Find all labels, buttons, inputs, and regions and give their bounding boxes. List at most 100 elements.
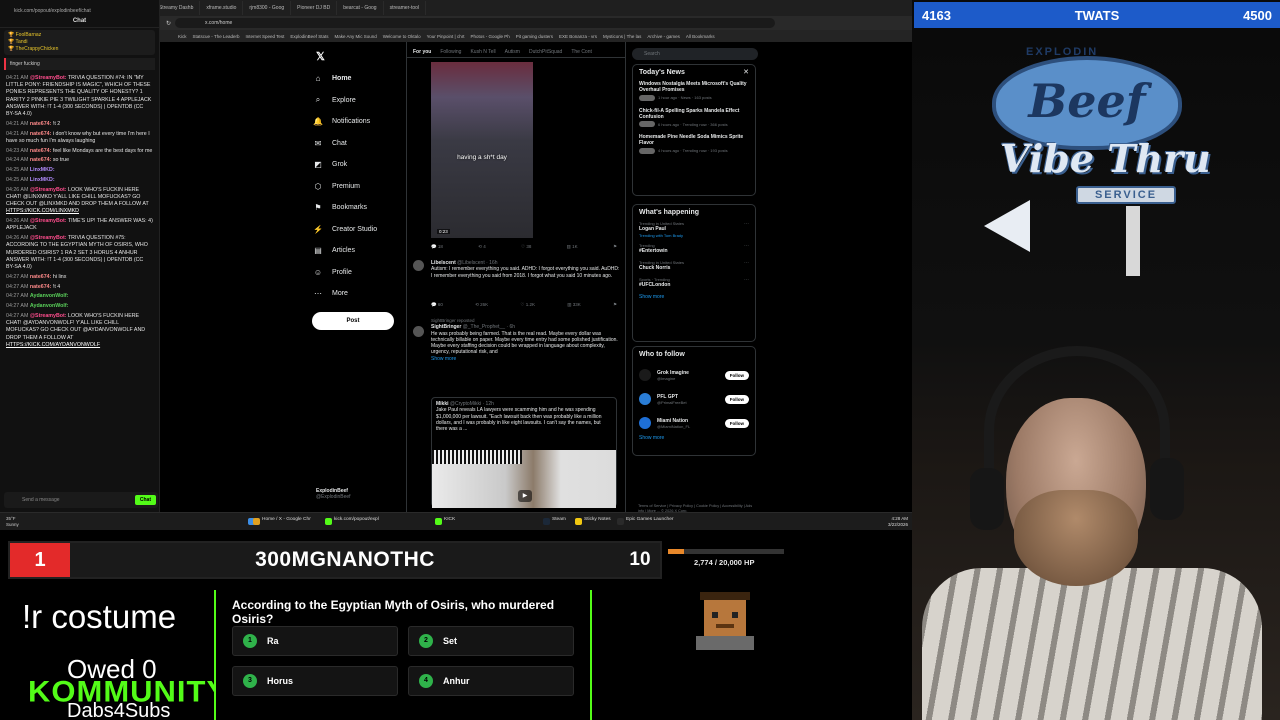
feed-tab[interactable]: The Cont: [571, 49, 592, 57]
like-action[interactable]: ♡ 38: [521, 244, 531, 250]
trend-item[interactable]: Trending in United States Logan Paul Trend…: [639, 221, 749, 238]
bookmark-item[interactable]: Your Pinpoint | chrt: [427, 34, 465, 39]
taskbar-app[interactable]: KICK: [444, 517, 455, 522]
chat-username[interactable]: @StreamyBot:: [30, 75, 67, 81]
nav-item-home[interactable]: ⌂ Home: [312, 68, 412, 90]
x-logo-icon[interactable]: 𝕏: [316, 50, 325, 63]
news-headline[interactable]: Chick-fil-A Spelling Sparks Mandela Effe…: [639, 108, 749, 121]
feed-tab[interactable]: DutchPitSquad: [529, 49, 562, 57]
reply-action[interactable]: 💬 60: [431, 302, 443, 308]
feed-tab[interactable]: Kush N Tell: [470, 49, 495, 57]
repost-action[interactable]: ⟲ 4: [478, 244, 486, 250]
chat-username[interactable]: nate674:: [30, 274, 52, 280]
bookmark-item[interactable]: Statscue - The Leaderb: [193, 34, 240, 39]
taskbar-app-icon[interactable]: [253, 518, 260, 525]
bookmark-item[interactable]: Photos - Google Ph: [470, 34, 509, 39]
views-action[interactable]: ▥ 1K: [567, 244, 578, 250]
follow-suggestion[interactable]: PFL GPT @PrimalFreeBet Follow: [639, 387, 749, 411]
bookmark-item[interactable]: Archive - games: [647, 34, 680, 39]
bookmark-icon[interactable]: ⚑: [613, 244, 617, 250]
bookmark-item[interactable]: Internet Speed Test: [245, 34, 284, 39]
bookmark-item[interactable]: Welcome to Oktalo: [383, 34, 421, 39]
bookmark-item[interactable]: All Bookmarks: [686, 34, 715, 39]
reply-action[interactable]: 💬 18: [431, 244, 443, 250]
avatar[interactable]: [639, 393, 651, 405]
nav-item-notifications[interactable]: 🔔 Notifications: [312, 111, 412, 133]
browser-tab[interactable]: streamer-tool: [384, 1, 427, 15]
chat-username[interactable]: LinxMKD:: [30, 177, 55, 183]
chat-input[interactable]: Send a message Chat: [4, 492, 158, 508]
nav-item-articles[interactable]: ▤ Articles: [312, 240, 412, 262]
chat-username[interactable]: nate674:: [30, 121, 52, 127]
bookmark-item[interactable]: Kick: [178, 34, 187, 39]
chat-username[interactable]: @StreamyBot:: [30, 187, 67, 193]
feed-tab[interactable]: Autism: [505, 49, 520, 57]
bookmark-item[interactable]: Mysticons | The las: [603, 34, 641, 39]
url-field[interactable]: x.com/home: [175, 18, 776, 28]
chat-send-button[interactable]: Chat: [134, 495, 156, 505]
bookmark-item[interactable]: Pit gaming dusters: [516, 34, 553, 39]
search-input[interactable]: Search: [632, 48, 758, 60]
browser-tab[interactable]: xframe.studio: [200, 1, 244, 15]
taskbar-app-icon[interactable]: [543, 518, 550, 525]
nav-item-chat[interactable]: ✉ Chat: [312, 133, 412, 155]
nav-item-explore[interactable]: ⌕ Explore: [312, 90, 412, 112]
show-more-link[interactable]: Show more: [431, 356, 621, 362]
address-bar[interactable]: ↻ x.com/home: [160, 16, 912, 30]
follow-suggestion[interactable]: Grok Imagine @Imagine Follow: [639, 363, 749, 387]
close-icon[interactable]: ✕: [743, 68, 749, 76]
tweet[interactable]: SightBringer reposted SightBringer @_The…: [413, 318, 621, 362]
nav-item-creator-studio[interactable]: ⚡ Creator Studio: [312, 219, 412, 241]
chat-username[interactable]: AydanvonWolf:: [30, 303, 69, 309]
chat-username[interactable]: nate674:: [30, 131, 52, 137]
chat-username[interactable]: @StreamyBot:: [30, 235, 67, 241]
taskbar-app[interactable]: Home / X - Google Chr: [262, 517, 311, 522]
follow-button[interactable]: Follow: [724, 370, 749, 380]
news-headline[interactable]: Windows Nostalgia Meets Microsoft's Qual…: [639, 81, 749, 94]
chat-username[interactable]: nate674:: [30, 284, 52, 290]
quoted-tweet[interactable]: Mikki @CryptoMikki · 12h Jake Paul revea…: [431, 397, 617, 508]
avatar[interactable]: [413, 326, 424, 337]
system-clock[interactable]: 4:28 AM 3/22/2026: [888, 516, 908, 527]
video-player[interactable]: having a sh*t day 0:23: [431, 62, 533, 238]
reply-preview[interactable]: finger fucking: [4, 58, 155, 70]
news-headline[interactable]: Homemade Pine Needle Soda Mimics Sprite …: [639, 134, 749, 147]
bookmark-item[interactable]: ExplodinBeef Stats: [290, 34, 328, 39]
feed-tab[interactable]: Following: [440, 49, 461, 57]
nav-item-bookmarks[interactable]: ⚑ Bookmarks: [312, 197, 412, 219]
taskbar-app[interactable]: kick.com/popout/expl: [334, 517, 379, 522]
chat-username[interactable]: nate674:: [30, 157, 52, 163]
taskbar-app-icon[interactable]: [325, 518, 332, 525]
trend-item[interactable]: Trending in United States Chuck Norris ⋯: [639, 260, 749, 271]
tweet[interactable]: Libelscent @Libelscent · 16h Autism: I r…: [413, 260, 621, 279]
show-more-link[interactable]: Show more: [639, 435, 749, 441]
nav-item-profile[interactable]: ☺ Profile: [312, 262, 412, 284]
weather-widget[interactable]: 35°F Sunny: [6, 516, 19, 527]
chat-link[interactable]: HTTPS://KICK.COM/LINXMKD: [6, 208, 79, 214]
chat-url[interactable]: kick.com/popout/explodinbeef/chat: [0, 0, 159, 16]
nav-item-premium[interactable]: ⬡ Premium: [312, 176, 412, 198]
bookmark-item[interactable]: Make Any Mic Sound: [334, 34, 376, 39]
more-icon[interactable]: ⋯: [744, 277, 749, 283]
more-icon[interactable]: ⋯: [744, 221, 749, 227]
feed-tab[interactable]: For you: [413, 49, 431, 57]
avatar[interactable]: [639, 417, 651, 429]
taskbar-app[interactable]: Sticky Notes: [584, 517, 611, 522]
chat-username[interactable]: AydanvonWolf:: [30, 293, 69, 299]
chat-link[interactable]: HTTPS://KICK.COM/AYDANVONWOLF: [6, 342, 100, 348]
browser-tab[interactable]: bearcat - Goog: [337, 1, 384, 15]
taskbar-app-icon[interactable]: [617, 518, 624, 525]
repost-action[interactable]: ⟲ 26K: [475, 302, 488, 308]
taskbar-app-icon[interactable]: [575, 518, 582, 525]
like-action[interactable]: ♡ 1.2K: [520, 302, 535, 308]
show-more-link[interactable]: Show more: [639, 294, 749, 300]
browser-tab[interactable]: rjm8300 - Goog: [243, 1, 292, 15]
more-icon[interactable]: ⋯: [744, 260, 749, 266]
taskbar-app[interactable]: Steam: [552, 517, 566, 522]
nav-item-more[interactable]: ⋯ More: [312, 283, 412, 305]
reload-icon[interactable]: ↻: [166, 20, 171, 27]
trend-item[interactable]: Sports · Trending #UFCLondon ⋯: [639, 277, 749, 288]
follow-button[interactable]: Follow: [724, 394, 749, 404]
nav-item-grok[interactable]: ◩ Grok: [312, 154, 412, 176]
tweet-author[interactable]: SightBringer: [431, 324, 461, 330]
